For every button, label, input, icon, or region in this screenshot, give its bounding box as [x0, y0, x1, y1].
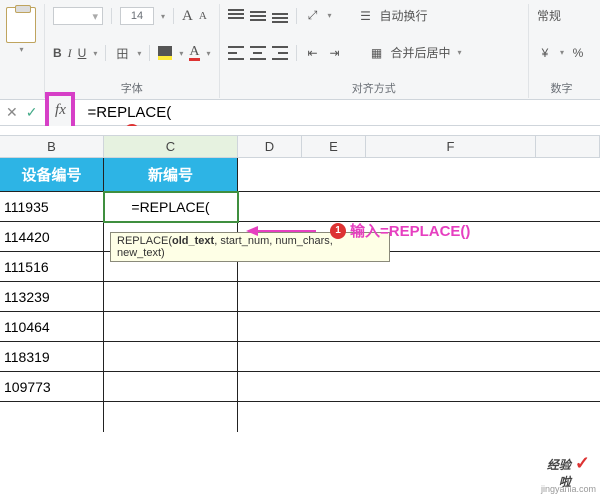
- annotation-text: 输入=REPLACE(): [350, 220, 470, 241]
- cell-b[interactable]: 109773: [0, 372, 104, 402]
- formula-bar: ✕ ✓ fx 2: [0, 100, 600, 126]
- ribbon: ▾ ▾ 14▾ A A B I U▾ 田▾ ▾ A▾ 字体: [0, 0, 600, 100]
- cell-b[interactable]: 114420: [0, 222, 104, 252]
- annotation-badge-1: 1: [330, 223, 346, 239]
- header-c: 新编号: [104, 158, 238, 192]
- cell-empty[interactable]: [238, 342, 600, 372]
- bold-button[interactable]: B: [53, 46, 62, 60]
- align-left-icon[interactable]: [228, 46, 244, 60]
- fill-color-button[interactable]: [158, 46, 172, 60]
- increase-font-icon[interactable]: A: [182, 8, 193, 25]
- group-alignment: ⤢▾ ☰ 自动换行 ⇤ ⇥ ▦ 合并后居中▾ 对齐方式: [220, 4, 529, 98]
- currency-icon[interactable]: ¥: [537, 45, 553, 61]
- italic-button[interactable]: I: [68, 46, 72, 61]
- col-header-e[interactable]: E: [302, 136, 366, 157]
- merge-icon[interactable]: ▦: [369, 45, 385, 61]
- cell-c[interactable]: [104, 372, 238, 402]
- cell-empty[interactable]: [238, 282, 600, 312]
- wrap-text-button[interactable]: 自动换行: [380, 7, 428, 24]
- column-headers: B C D E F: [0, 136, 600, 158]
- header-b: 设备编号: [0, 158, 104, 192]
- font-color-button[interactable]: A: [189, 46, 199, 61]
- arrow-icon: [246, 224, 316, 238]
- cell-b[interactable]: 113239: [0, 282, 104, 312]
- wrap-text-icon[interactable]: ☰: [358, 8, 374, 24]
- col-header-b[interactable]: B: [0, 136, 104, 157]
- confirm-formula-icon[interactable]: ✓: [26, 104, 38, 121]
- cancel-formula-icon[interactable]: ✕: [6, 104, 18, 121]
- align-middle-icon[interactable]: [250, 9, 266, 23]
- cell-empty[interactable]: [238, 158, 600, 192]
- increase-indent-icon[interactable]: ⇥: [327, 45, 343, 61]
- align-center-icon[interactable]: [250, 46, 266, 60]
- cell-b[interactable]: 118319: [0, 342, 104, 372]
- cell-b[interactable]: 110464: [0, 312, 104, 342]
- paste-icon[interactable]: [6, 7, 36, 43]
- cell-c[interactable]: [104, 342, 238, 372]
- formula-input[interactable]: [81, 102, 600, 123]
- active-cell[interactable]: =REPLACE(: [104, 192, 238, 222]
- cell-empty[interactable]: [238, 312, 600, 342]
- col-header-d[interactable]: D: [238, 136, 302, 157]
- col-header-f[interactable]: F: [366, 136, 536, 157]
- number-format-combo[interactable]: 常规: [537, 7, 561, 24]
- paste-caret[interactable]: ▾: [19, 45, 23, 54]
- font-name-combo[interactable]: ▾: [53, 7, 103, 25]
- decrease-font-icon[interactable]: A: [199, 10, 207, 22]
- align-top-icon[interactable]: [228, 9, 244, 23]
- watermark: 经验啦 ✓ jingyanla.com: [541, 486, 596, 494]
- orientation-icon[interactable]: ⤢: [305, 8, 321, 24]
- cell-c[interactable]: [104, 282, 238, 312]
- data-grid[interactable]: 设备编号 新编号 111935 =REPLACE( 114420 111516 …: [0, 158, 600, 432]
- underline-button[interactable]: U: [78, 46, 87, 60]
- fx-button[interactable]: fx: [45, 92, 75, 130]
- annotation-arrow: 1 输入=REPLACE(): [246, 220, 470, 241]
- cell-empty[interactable]: [238, 192, 600, 222]
- cell-c[interactable]: [104, 312, 238, 342]
- sheet-area: B C D E F 设备编号 新编号 111935 =REPLACE( 1144…: [0, 126, 600, 432]
- group-label-align: 对齐方式: [228, 80, 520, 96]
- decrease-indent-icon[interactable]: ⇤: [305, 45, 321, 61]
- font-size-combo[interactable]: 14: [120, 7, 154, 25]
- group-label-number: 数字: [537, 80, 586, 96]
- align-right-icon[interactable]: [272, 46, 288, 60]
- cell-c[interactable]: [104, 402, 238, 432]
- merge-center-button[interactable]: 合并后居中: [391, 44, 451, 61]
- cell-b[interactable]: 111935: [0, 192, 104, 222]
- border-button[interactable]: 田: [114, 45, 130, 61]
- group-clipboard: ▾: [6, 4, 45, 98]
- col-header-g[interactable]: [536, 136, 600, 157]
- check-icon: ✓: [575, 453, 590, 474]
- percent-icon[interactable]: %: [570, 45, 586, 61]
- cell-empty[interactable]: [238, 402, 600, 432]
- cell-empty[interactable]: [238, 372, 600, 402]
- group-number: 常规 ¥▾ % 数字: [529, 4, 594, 98]
- cell-b[interactable]: [0, 402, 104, 432]
- cell-b[interactable]: 111516: [0, 252, 104, 282]
- col-header-c[interactable]: C: [104, 136, 238, 157]
- align-bottom-icon[interactable]: [272, 9, 288, 23]
- group-font: ▾ 14▾ A A B I U▾ 田▾ ▾ A▾ 字体: [45, 4, 220, 98]
